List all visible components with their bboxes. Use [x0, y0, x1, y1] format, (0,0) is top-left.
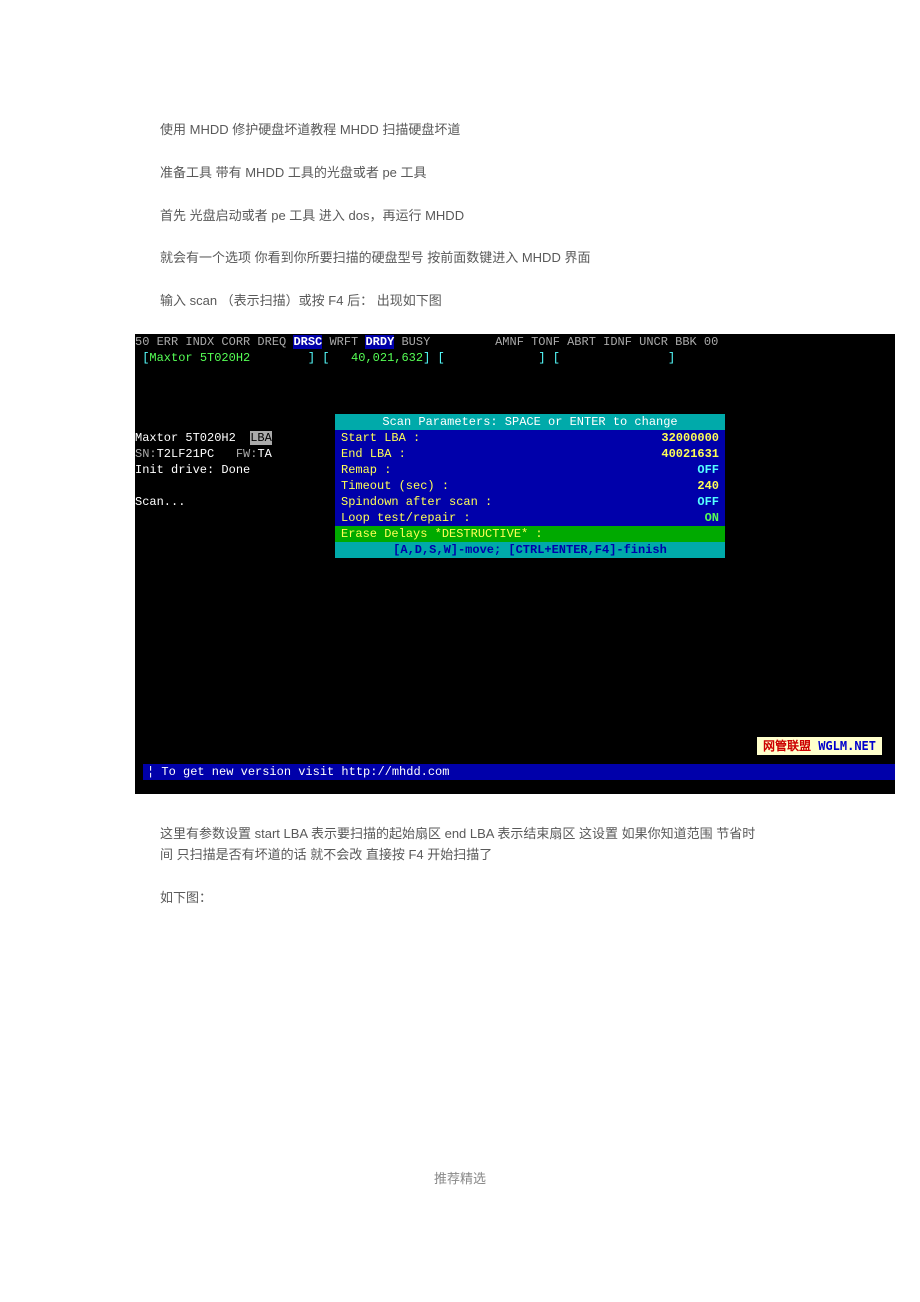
param-spindown: Spindown after scan :OFF: [335, 494, 725, 510]
param-timeout: Timeout (sec) :240: [335, 478, 725, 494]
drdy-flag: DRDY: [365, 335, 394, 349]
paragraph-4: 就会有一个选项 你看到你所要扫描的硬盘型号 按前面数键进入 MHDD 界面: [160, 248, 760, 269]
dialog-footer-hint: [A,D,S,W]-move; [CTRL+ENTER,F4]-finish: [335, 542, 725, 558]
param-erase-delays: Erase Delays *DESTRUCTIVE* :ON: [335, 526, 725, 542]
drive-info-row: [Maxtor 5T020H2 ] [ 40,021,632] [ ] [ ]: [135, 350, 895, 366]
paragraph-7: 如下图：: [160, 888, 760, 909]
left-info-column: Maxtor 5T020H2 LBA SN:T2LF21PC FW:TA Ini…: [135, 414, 272, 526]
status-flags-row: 50 ERR INDX CORR DREQ DRSC WRFT DRDY BUS…: [135, 334, 895, 350]
paragraph-5: 输入 scan （表示扫描）或按 F4 后： 出现如下图: [160, 291, 760, 312]
drsc-flag: DRSC: [293, 335, 322, 349]
param-remap: Remap :OFF: [335, 462, 725, 478]
scan-parameters-dialog: Scan Parameters: SPACE or ENTER to chang…: [335, 414, 725, 558]
paragraph-1: 使用 MHDD 修护硬盘坏道教程 MHDD 扫描硬盘坏道: [160, 120, 760, 141]
mhdd-terminal-screenshot: 50 ERR INDX CORR DREQ DRSC WRFT DRDY BUS…: [135, 334, 895, 794]
bottom-prompt: ¦ To get new version visit http://mhdd.c…: [143, 764, 895, 780]
paragraph-6: 这里有参数设置 start LBA 表示要扫描的起始扇区 end LBA 表示结…: [160, 824, 760, 866]
param-loop: Loop test/repair :ON: [335, 510, 725, 526]
paragraph-2: 准备工具 带有 MHDD 工具的光盘或者 pe 工具: [160, 163, 760, 184]
param-start-lba: Start LBA :32000000: [335, 430, 725, 446]
paragraph-3: 首先 光盘启动或者 pe 工具 进入 dos，再运行 MHDD: [160, 206, 760, 227]
watermark-badge: 网管联盟 WGLM.NET: [756, 736, 883, 756]
param-end-lba: End LBA :40021631: [335, 446, 725, 462]
page-footer: 推荐精选: [160, 1168, 760, 1187]
dialog-title: Scan Parameters: SPACE or ENTER to chang…: [335, 414, 725, 430]
